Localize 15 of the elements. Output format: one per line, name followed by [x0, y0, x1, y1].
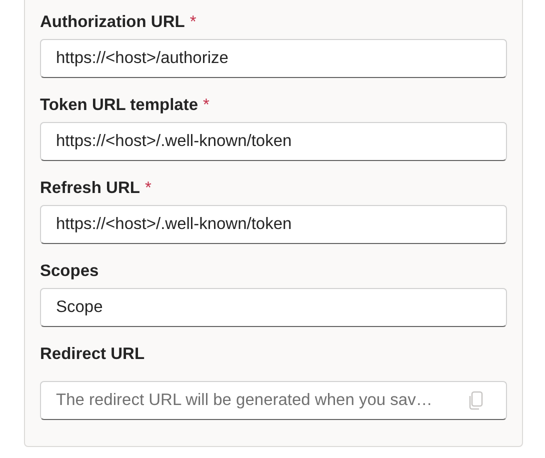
- placeholder-text: The redirect URL will be generated when you sav…: [56, 391, 434, 410]
- input-field[interactable]: Scope: [40, 288, 507, 327]
- field-label: Scopes: [40, 262, 99, 280]
- field-label: Refresh URL: [40, 178, 140, 198]
- required-asterisk: *: [203, 96, 210, 114]
- required-asterisk: *: [144, 178, 152, 198]
- input-field[interactable]: https://<host>/authorize: [40, 39, 507, 78]
- input-field[interactable]: https://<host>/.well-known/token: [40, 122, 507, 161]
- field-label: Redirect URL: [40, 344, 145, 364]
- input-field[interactable]: https://<host>/.well-known/token: [40, 205, 507, 244]
- copy-icon[interactable]: [468, 390, 484, 410]
- required-asterisk: *: [190, 12, 196, 32]
- field-label: Token URL template: [40, 96, 198, 114]
- field-label: Authorization URL: [40, 12, 185, 32]
- input-field[interactable]: The redirect URL will be generated when you sav…: [40, 381, 507, 420]
